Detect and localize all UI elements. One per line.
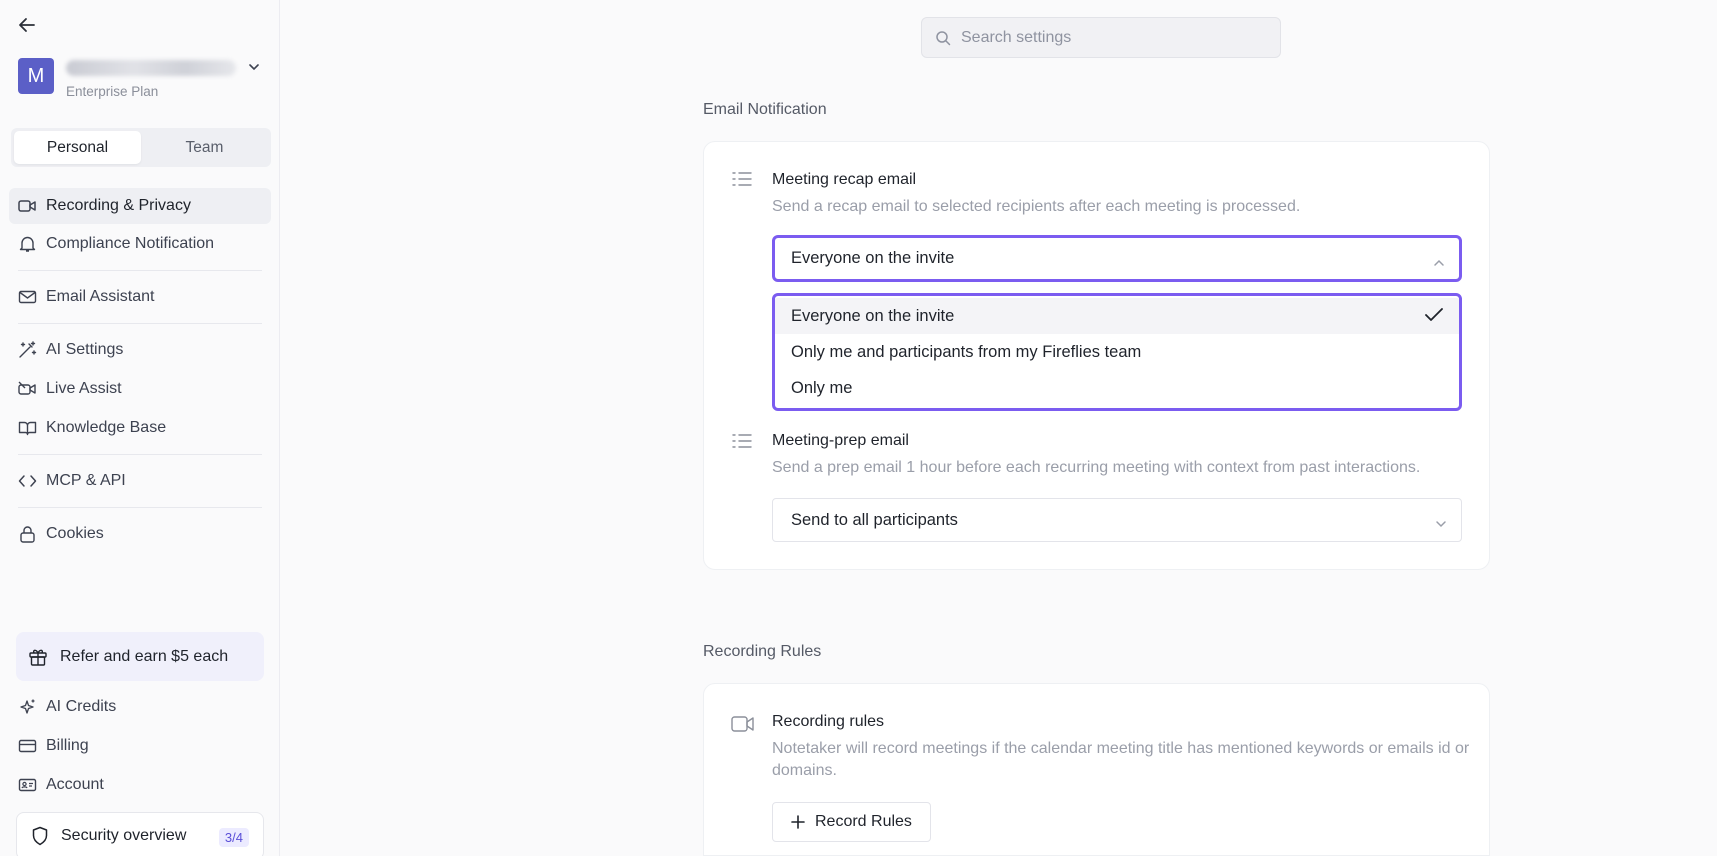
- tab-personal[interactable]: Personal: [14, 131, 141, 164]
- id-card-icon: [18, 778, 37, 792]
- section-title-email: Email Notification: [703, 101, 827, 118]
- nav-label: MCP & API: [46, 472, 126, 489]
- nav-recording-privacy[interactable]: Recording & Privacy: [9, 188, 271, 224]
- refer-label: Refer and earn $5 each: [60, 647, 229, 665]
- book-icon: [18, 421, 37, 436]
- nav-label: Billing: [46, 737, 89, 754]
- divider: [18, 270, 262, 271]
- recording-rules-description: Notetaker will record meetings if the ca…: [772, 740, 1470, 779]
- nav-compliance-notification[interactable]: Compliance Notification: [9, 226, 271, 262]
- credit-card-icon: [18, 739, 37, 753]
- chevron-down-icon[interactable]: [248, 60, 260, 78]
- prep-email-title: Meeting-prep email: [772, 432, 909, 449]
- nav-label: AI Settings: [46, 341, 124, 358]
- nav-email-assistant[interactable]: Email Assistant: [9, 279, 271, 315]
- nav-knowledge-base[interactable]: Knowledge Base: [9, 410, 271, 446]
- button-label: Record Rules: [815, 813, 912, 830]
- option-label: Only me and participants from my Firefli…: [791, 342, 1142, 361]
- security-progress-badge: 3/4: [218, 828, 249, 847]
- magic-wand-icon: [19, 341, 37, 358]
- chevron-down-icon: [1435, 515, 1447, 534]
- security-label: Security overview: [61, 827, 187, 844]
- nav-cookies[interactable]: Cookies: [9, 516, 271, 552]
- account-email-redacted: [66, 60, 236, 76]
- nav-label: Account: [46, 776, 104, 793]
- video-off-icon: [18, 381, 36, 395]
- recap-recipients-select[interactable]: Everyone on the invite: [772, 235, 1462, 282]
- check-icon: [1425, 308, 1443, 327]
- nav-label: Compliance Notification: [46, 235, 215, 252]
- code-icon: [18, 475, 37, 487]
- dropdown-option[interactable]: Only me and participants from my Firefli…: [775, 334, 1459, 370]
- recording-rules-title: Recording rules: [772, 713, 885, 730]
- back-arrow-icon[interactable]: [16, 14, 38, 36]
- video-icon: [731, 715, 755, 738]
- divider: [18, 507, 262, 508]
- gift-icon: [29, 649, 47, 666]
- nav-label: Cookies: [46, 525, 104, 542]
- nav-live-assist[interactable]: Live Assist: [9, 371, 271, 407]
- nav-label: Email Assistant: [46, 288, 155, 305]
- recap-email-description: Send a recap email to selected recipient…: [772, 198, 1301, 215]
- bell-icon: [19, 236, 36, 252]
- lock-icon: [20, 526, 35, 543]
- avatar: M: [18, 58, 54, 94]
- plus-icon: [791, 815, 805, 829]
- divider: [18, 454, 262, 455]
- option-label: Everyone on the invite: [791, 306, 955, 325]
- nav-mcp-api[interactable]: MCP & API: [9, 463, 271, 499]
- divider: [18, 323, 262, 324]
- select-value: Send to all participants: [791, 510, 958, 529]
- mail-icon: [18, 290, 37, 304]
- tab-team[interactable]: Team: [141, 131, 268, 164]
- option-label: Only me: [791, 378, 853, 397]
- scope-toggle: Personal Team: [11, 128, 271, 167]
- sparkles-icon: [20, 699, 35, 714]
- recap-email-title: Meeting recap email: [772, 171, 917, 188]
- account-switcher[interactable]: M Enterprise Plan: [18, 58, 268, 99]
- email-notification-card: Meeting recap email Send a recap email t…: [703, 141, 1490, 570]
- sidebar: M Enterprise Plan Personal Team Recordin…: [0, 0, 280, 856]
- nav-label: AI Credits: [46, 698, 117, 715]
- nav-billing[interactable]: Billing: [9, 728, 271, 764]
- prep-recipients-select[interactable]: Send to all participants: [772, 498, 1462, 542]
- chevron-up-icon: [1433, 254, 1445, 273]
- list-icon: [732, 433, 752, 454]
- account-plan: Enterprise Plan: [66, 84, 159, 99]
- nav-account[interactable]: Account: [9, 767, 271, 803]
- security-overview-button[interactable]: Security overview 3/4: [16, 812, 264, 856]
- nav-label: Knowledge Base: [46, 419, 167, 436]
- nav-label: Live Assist: [46, 380, 122, 397]
- refer-earn-button[interactable]: Refer and earn $5 each: [16, 632, 264, 681]
- dropdown-option[interactable]: Only me: [775, 370, 1459, 406]
- settings-search: [921, 17, 1281, 58]
- section-title-recording: Recording Rules: [703, 643, 822, 660]
- nav-label: Recording & Privacy: [46, 197, 191, 214]
- prep-email-description: Send a prep email 1 hour before each rec…: [772, 459, 1421, 476]
- list-icon: [732, 171, 752, 192]
- search-input[interactable]: [961, 28, 1261, 47]
- nav-ai-credits[interactable]: AI Credits: [9, 689, 271, 725]
- search-icon: [936, 30, 951, 45]
- recap-recipients-dropdown: Everyone on the invite Only me and parti…: [772, 293, 1462, 411]
- shield-icon: [32, 826, 48, 846]
- dropdown-option[interactable]: Everyone on the invite: [775, 298, 1459, 334]
- record-rules-button[interactable]: Record Rules: [772, 802, 931, 842]
- select-value: Everyone on the invite: [791, 249, 955, 267]
- nav-ai-settings[interactable]: AI Settings: [9, 332, 271, 368]
- account-nav: AI Credits Billing Account: [9, 689, 271, 803]
- settings-nav: Recording & Privacy Compliance Notificat…: [9, 188, 271, 552]
- recording-rules-card: Recording rules Notetaker will record me…: [703, 683, 1490, 856]
- video-icon: [18, 200, 36, 212]
